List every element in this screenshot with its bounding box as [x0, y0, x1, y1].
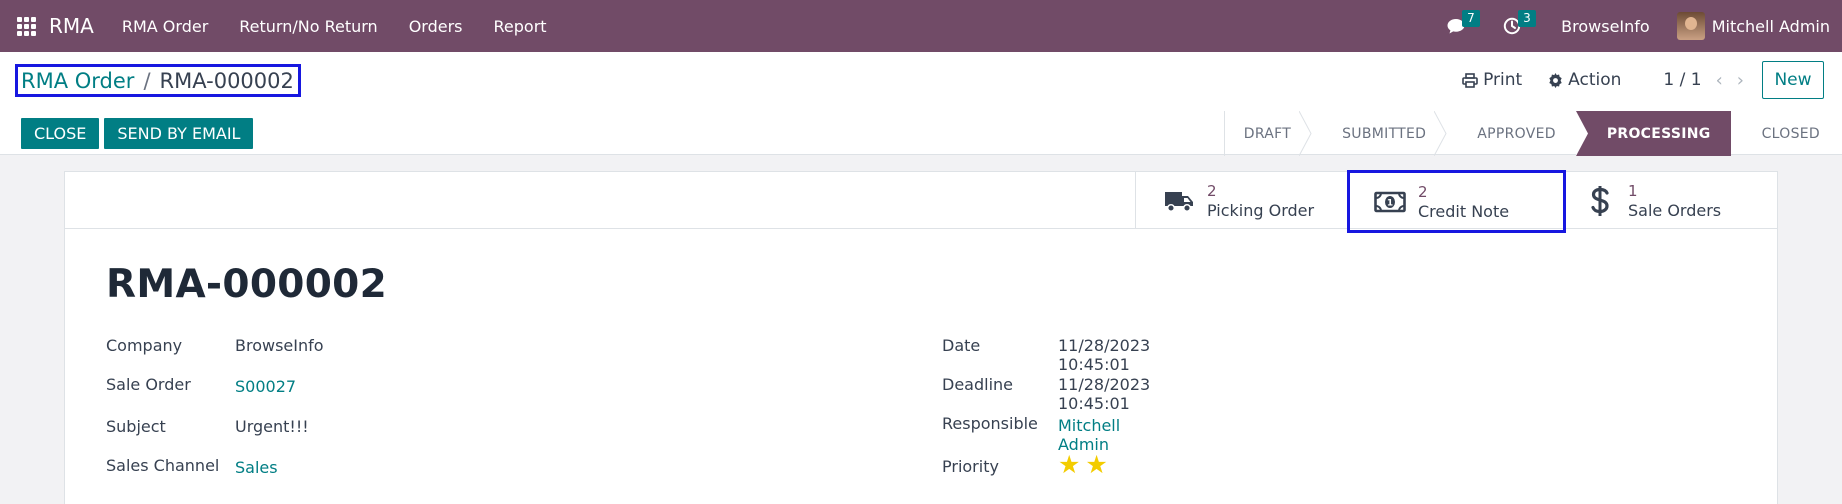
print-button[interactable]: Print [1462, 70, 1522, 90]
deadline-value[interactable]: 11/28/2023 10:45:01 [1058, 375, 1150, 413]
sale-order-link[interactable]: S00027 [235, 377, 296, 396]
form-sheet: 2 Picking Order 1 2 Credit Note 1 Sale O… [64, 170, 1778, 504]
action-button[interactable]: Action [1548, 70, 1621, 90]
stage-submitted-label: SUBMITTED [1342, 125, 1427, 142]
close-button[interactable]: CLOSE [21, 118, 100, 149]
stage-draft-label: DRAFT [1243, 125, 1292, 142]
deadline-label: Deadline [942, 375, 1013, 394]
control-panel: RMA Order / RMA-000002 Print Action 1 / … [0, 52, 1842, 156]
priority-stars: ★ ★ [1058, 452, 1113, 477]
stage-closed-label: CLOSED [1761, 125, 1820, 142]
responsible-field: Responsible Mitchell Admin [942, 414, 1120, 454]
sale-order-label: Sale Order [106, 375, 191, 394]
svg-text:1: 1 [1387, 198, 1393, 208]
systray: 7 3 BrowseInfo Mitchell Admin [1423, 0, 1830, 52]
breadcrumb: RMA Order / RMA-000002 [15, 64, 301, 97]
breadcrumb-separator: / [143, 68, 151, 93]
control-panel-right: Print Action 1 / 1 ‹ › New [1462, 61, 1842, 99]
app-brand[interactable]: RMA [49, 14, 94, 38]
priority-field: Priority ★ ★ [942, 452, 1108, 477]
subject-field: Subject Urgent!!! [106, 417, 309, 436]
date-label: Date [942, 336, 981, 355]
stage-approved[interactable]: APPROVED [1446, 111, 1576, 156]
dollar-icon [1591, 185, 1609, 216]
main-menu: RMA Order Return/No Return Orders Report [122, 17, 578, 36]
user-menu[interactable]: Mitchell Admin [1712, 17, 1830, 36]
pager-value[interactable]: 1 / 1 [1663, 70, 1701, 90]
stage-closed[interactable]: CLOSED [1731, 111, 1842, 156]
menu-orders[interactable]: Orders [409, 17, 463, 36]
subject-label: Subject [106, 417, 166, 436]
print-icon [1462, 72, 1478, 88]
stage-draft[interactable]: DRAFT [1225, 111, 1312, 156]
messages-count-badge: 7 [1462, 10, 1480, 27]
apps-menu-icon[interactable] [0, 0, 52, 52]
company-switcher[interactable]: BrowseInfo [1561, 17, 1650, 36]
smart-button-box: 2 Picking Order 1 2 Credit Note 1 Sale O… [65, 170, 1778, 233]
menu-return-no-return[interactable]: Return/No Return [239, 17, 377, 36]
picking-order-smart-button[interactable]: 2 Picking Order [1135, 172, 1347, 229]
pager-next-icon[interactable]: › [1737, 70, 1744, 91]
sale-order-field: Sale Order S00027 [106, 375, 296, 396]
pager-previous-icon[interactable]: ‹ [1716, 70, 1723, 91]
new-record-button[interactable]: New [1762, 61, 1824, 99]
money-bill-icon: 1 [1374, 191, 1406, 212]
sale-orders-count: 1 [1628, 181, 1638, 200]
messages-icon[interactable]: 7 [1445, 10, 1480, 37]
sales-channel-label: Sales Channel [106, 456, 220, 475]
sales-channel-link[interactable]: Sales [235, 458, 278, 477]
date-value[interactable]: 11/28/2023 10:45:01 [1058, 336, 1150, 374]
user-avatar[interactable] [1676, 12, 1705, 40]
truck-icon [1165, 191, 1193, 212]
action-label: Action [1568, 70, 1622, 90]
responsible-link[interactable]: Mitchell Admin [1058, 416, 1120, 454]
responsible-label: Responsible [942, 414, 1038, 433]
priority-label: Priority [942, 457, 999, 476]
form-action-buttons: CLOSE SEND BY EMAIL [21, 118, 258, 149]
gear-icon [1549, 72, 1562, 88]
menu-rma-order[interactable]: RMA Order [122, 17, 208, 36]
status-bar: DRAFT SUBMITTED APPROVED PROCESSING CLOS… [1223, 111, 1842, 156]
picking-order-count: 2 [1207, 181, 1217, 200]
stage-approved-label: APPROVED [1477, 125, 1556, 142]
breadcrumb-parent-link[interactable]: RMA Order [21, 69, 134, 93]
credit-note-smart-button[interactable]: 1 2 Credit Note [1347, 170, 1566, 233]
stage-processing[interactable]: PROCESSING [1575, 111, 1731, 156]
sales-channel-field: Sales Channel Sales [106, 456, 278, 477]
credit-note-label: Credit Note [1418, 201, 1510, 221]
deadline-field: Deadline 11/28/2023 10:45:01 [942, 375, 1150, 413]
credit-note-count: 2 [1418, 182, 1428, 201]
company-value[interactable]: BrowseInfo [235, 336, 324, 355]
priority-star-2-icon[interactable]: ★ [1085, 452, 1107, 477]
stage-submitted[interactable]: SUBMITTED [1311, 111, 1447, 156]
subject-value[interactable]: Urgent!!! [235, 417, 309, 436]
menu-report[interactable]: Report [494, 17, 547, 36]
sale-orders-smart-button[interactable]: 1 Sale Orders [1566, 172, 1778, 229]
activities-count-badge: 3 [1518, 10, 1536, 27]
date-field: Date 11/28/2023 10:45:01 [942, 336, 1150, 374]
print-label: Print [1483, 70, 1523, 90]
sale-orders-label: Sale Orders [1628, 200, 1722, 220]
priority-star-1-icon[interactable]: ★ [1058, 452, 1080, 477]
picking-order-label: Picking Order [1207, 200, 1315, 220]
stage-processing-label: PROCESSING [1606, 125, 1711, 142]
top-navbar: RMA RMA Order Return/No Return Orders Re… [0, 0, 1842, 52]
company-field: Company BrowseInfo [106, 336, 324, 355]
activities-icon[interactable]: 3 [1501, 10, 1536, 37]
send-by-email-button[interactable]: SEND BY EMAIL [104, 118, 254, 149]
company-label: Company [106, 336, 183, 355]
breadcrumb-current: RMA-000002 [159, 68, 294, 93]
record-title: RMA-000002 [106, 262, 388, 307]
